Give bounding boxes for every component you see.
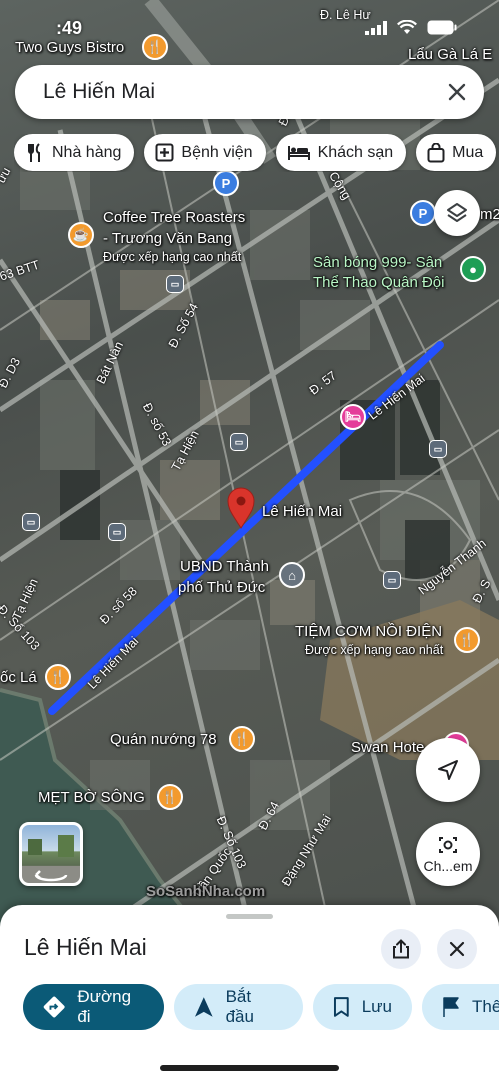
flag-icon — [443, 997, 459, 1017]
bed-icon — [287, 145, 310, 160]
close-icon — [448, 83, 466, 101]
close-icon — [449, 941, 465, 957]
action-label: Bắt đầu — [225, 987, 254, 1026]
layers-button[interactable] — [434, 190, 480, 236]
place-label[interactable]: Thể Thao Quân Đội — [313, 274, 444, 291]
place-label[interactable]: Coffee Tree Roasters — [103, 209, 245, 226]
battery-icon — [427, 20, 457, 35]
government-pin-icon[interactable]: ⌂ — [279, 562, 305, 588]
search-bar[interactable]: Lê Hiến Mai — [15, 65, 484, 119]
my-location-button[interactable] — [416, 738, 480, 802]
bookmark-icon — [333, 997, 349, 1017]
restaurant-pin-icon[interactable]: 🍴 — [45, 664, 71, 690]
status-bar: :49 — [0, 14, 499, 44]
drag-handle[interactable] — [226, 914, 273, 919]
street-view-thumbnail[interactable] — [19, 822, 83, 886]
search-query[interactable]: Lê Hiến Mai — [15, 80, 430, 104]
navigation-arrow-icon — [438, 760, 458, 780]
place-rating: Được xếp hạng cao nhất — [103, 250, 242, 264]
place-label[interactable]: ốc Lá — [0, 669, 37, 686]
action-label: Đường đi — [77, 987, 132, 1026]
bus-stop-icon[interactable]: ▭ — [383, 571, 401, 589]
bus-stop-icon[interactable]: ▭ — [230, 433, 248, 451]
place-label[interactable]: m2 — [480, 206, 499, 223]
place-label[interactable]: phố Thủ Đức — [178, 579, 265, 596]
home-indicator — [160, 1065, 339, 1071]
bus-stop-icon[interactable]: ▭ — [166, 275, 184, 293]
place-label[interactable]: Quán nướng 78 — [110, 731, 217, 748]
action-buttons: Đường đi Bắt đầu Lưu Thê — [23, 984, 499, 1030]
close-sheet-button[interactable] — [437, 929, 477, 969]
signal-icon — [365, 20, 387, 35]
parking-pin-icon[interactable]: P — [410, 200, 436, 226]
place-label[interactable]: Lẩu Gà Lá E — [408, 46, 492, 63]
chip-restaurants[interactable]: Nhà hàng — [14, 134, 135, 171]
place-pin-icon[interactable]: ● — [460, 256, 486, 282]
restaurant-pin-icon[interactable]: 🍴 — [157, 784, 183, 810]
cafe-pin-icon[interactable]: ☕ — [68, 222, 94, 248]
chip-label: Khách sạn — [317, 143, 394, 161]
save-button[interactable]: Lưu — [313, 984, 412, 1030]
wifi-icon — [397, 20, 417, 34]
street-view-icon — [28, 835, 74, 882]
bus-stop-icon[interactable]: ▭ — [429, 440, 447, 458]
place-label[interactable]: - Trương Văn Bang — [103, 230, 232, 247]
bus-stop-icon[interactable]: ▭ — [22, 513, 40, 531]
place-title: Lê Hiến Mai — [24, 934, 147, 960]
place-bottom-sheet[interactable]: Lê Hiến Mai Đường đi Bắt đầu Lưu Thê — [0, 905, 499, 1080]
action-label: Lưu — [361, 997, 392, 1016]
parking-pin-icon[interactable]: P — [213, 170, 239, 196]
chip-label: Nhà hàng — [52, 143, 122, 161]
lens-camera-icon — [439, 837, 457, 853]
status-time: :49 — [56, 18, 83, 38]
hotel-pin-icon[interactable]: 🛏 — [340, 404, 366, 430]
place-rating: Được xếp hạng cao nhất — [305, 643, 444, 657]
start-button[interactable]: Bắt đầu — [174, 984, 303, 1030]
chip-hotels[interactable]: Khách sạn — [275, 134, 407, 171]
shopping-bag-icon — [427, 142, 445, 162]
action-label: Thê — [472, 997, 499, 1016]
restaurant-pin-icon[interactable]: 🍴 — [229, 726, 255, 752]
navigation-arrow-icon — [194, 997, 213, 1017]
share-button[interactable] — [381, 929, 421, 969]
fork-knife-icon — [28, 142, 40, 162]
place-label[interactable]: Sân bóng 999- Sân — [313, 254, 442, 271]
restaurant-pin-icon[interactable]: 🍴 — [454, 627, 480, 653]
clear-search-button[interactable] — [430, 65, 484, 119]
category-chips: Nhà hàng Bệnh viện Khách sạn Mua — [14, 134, 499, 172]
camera-search-label: Ch...em — [423, 858, 473, 874]
camera-search-button[interactable]: Ch...em — [416, 822, 480, 886]
watermark: SoSanhNha.com — [146, 883, 266, 900]
layers-icon — [447, 203, 467, 222]
bus-stop-icon[interactable]: ▭ — [108, 523, 126, 541]
place-label[interactable]: TIỆM CƠM NỒI ĐIỆN — [295, 623, 442, 640]
directions-button[interactable]: Đường đi — [23, 984, 164, 1030]
hospital-icon — [155, 143, 174, 162]
pin-label[interactable]: Lê Hiến Mai — [262, 503, 342, 520]
chip-shopping[interactable]: Mua — [416, 134, 497, 171]
chip-hospitals[interactable]: Bệnh viện — [144, 134, 266, 171]
share-icon — [393, 939, 409, 959]
directions-icon — [43, 996, 65, 1018]
chip-label: Bệnh viện — [181, 143, 253, 161]
place-label[interactable]: MẸT BỜ SÔNG — [38, 789, 145, 806]
place-label[interactable]: UBND Thành — [180, 558, 269, 575]
label-button[interactable]: Thê — [422, 984, 499, 1030]
place-label[interactable]: Swan Hote — [351, 739, 424, 756]
chip-label: Mua — [452, 143, 484, 161]
